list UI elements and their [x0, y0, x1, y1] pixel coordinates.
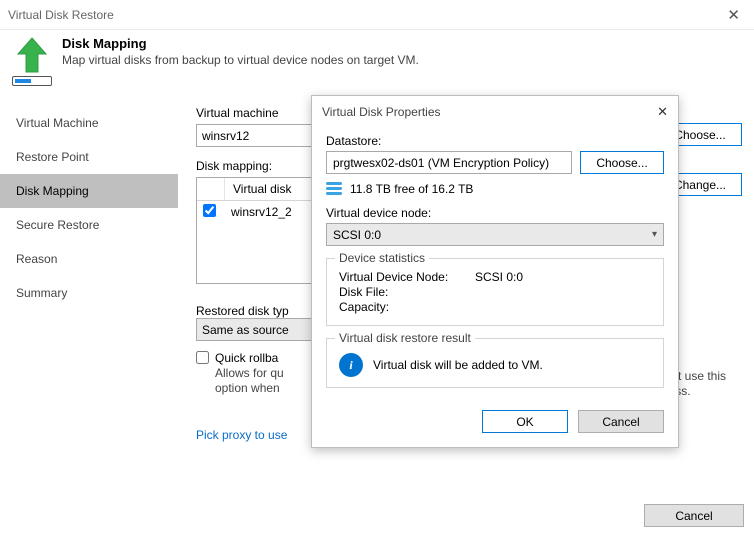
sidebar-item-summary[interactable]: Summary: [0, 276, 178, 310]
row-virtual-disk: winsrv12_2: [225, 203, 298, 221]
restored-disk-type-label: Restored disk typ: [196, 304, 742, 318]
restore-arrow-icon: [12, 36, 52, 92]
choose-vm-button[interactable]: Choose...: [658, 123, 742, 146]
sidebar-item-label: Summary: [16, 286, 67, 300]
vm-name-input[interactable]: [196, 124, 646, 147]
table-row[interactable]: winsrv12_2: [197, 201, 645, 223]
disk-mapping-label: Disk mapping:: [196, 159, 742, 173]
close-icon[interactable]: ✕: [721, 6, 746, 24]
quick-rollback-tail1: Do not use this: [646, 369, 726, 383]
disk-mapping-grid: Virtual disk winsrv12_2: [196, 177, 646, 284]
row-checkbox[interactable]: [203, 204, 216, 217]
pick-proxy-link[interactable]: Pick proxy to use: [196, 428, 742, 442]
wizard-cancel-button[interactable]: Cancel: [644, 504, 744, 527]
sidebar-item-label: Disk Mapping: [16, 184, 89, 198]
titlebar: Virtual Disk Restore ✕: [0, 0, 754, 30]
sidebar-item-reason[interactable]: Reason: [0, 242, 178, 276]
grid-header-checkbox: [197, 178, 225, 200]
sidebar-item-label: Restore Point: [16, 150, 89, 164]
quick-rollback-desc1: Allows for qu: [215, 366, 284, 380]
sidebar-item-label: Virtual Machine: [16, 116, 99, 130]
sidebar-item-label: Reason: [16, 252, 57, 266]
wizard-header: Disk Mapping Map virtual disks from back…: [0, 30, 754, 102]
vm-label: Virtual machine: [196, 106, 646, 120]
chevron-down-icon: ▾: [635, 324, 640, 335]
wizard-content: Virtual machine Choose... Disk mapping: …: [178, 102, 754, 537]
quick-rollback-desc2: option when: [215, 381, 284, 395]
restored-disk-type-select[interactable]: Same as source ▾: [196, 318, 646, 341]
sidebar-item-restore-point[interactable]: Restore Point: [0, 140, 178, 174]
page-subtitle: Map virtual disks from backup to virtual…: [62, 53, 419, 67]
quick-rollback-label: Quick rollba: [215, 351, 284, 365]
quick-rollback-checkbox[interactable]: [196, 351, 209, 364]
sidebar-item-label: Secure Restore: [16, 218, 99, 232]
sidebar-item-virtual-machine[interactable]: Virtual Machine: [0, 106, 178, 140]
sidebar-item-disk-mapping[interactable]: Disk Mapping: [0, 174, 178, 208]
page-title: Disk Mapping: [62, 36, 419, 51]
restored-disk-type-value: Same as source: [202, 323, 289, 337]
change-mapping-button[interactable]: Change...: [658, 173, 742, 196]
grid-header-virtualdisk: Virtual disk: [225, 178, 645, 200]
quick-rollback-tail2: ver loss.: [646, 384, 726, 398]
sidebar-item-secure-restore[interactable]: Secure Restore: [0, 208, 178, 242]
window-title: Virtual Disk Restore: [8, 8, 721, 22]
wizard-sidebar: Virtual Machine Restore Point Disk Mappi…: [0, 102, 178, 537]
